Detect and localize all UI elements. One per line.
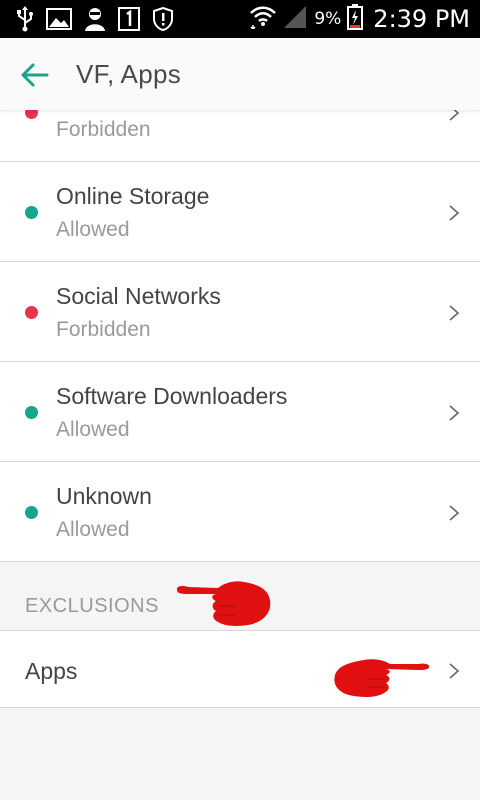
exclusion-item-label: Apps [25,658,78,684]
chevron-right-icon [449,405,460,421]
usb-icon [16,6,34,32]
category-status: Forbidden [56,318,151,341]
back-button[interactable] [20,60,50,90]
pointing-hand-annotation-icon [176,581,271,626]
list-item-social-networks[interactable]: Social Networks Forbidden [0,262,480,362]
status-bar: 9% 2:39 PM [0,0,480,38]
chevron-right-icon [449,205,460,221]
category-name: Software Downloaders [56,383,288,409]
status-dot [25,306,38,319]
list-item-software-downloaders[interactable]: Software Downloaders Allowed [0,362,480,462]
category-status: Forbidden [56,118,151,141]
category-list: Forbidden Online Storage Allowed Social … [0,110,480,562]
status-dot [25,206,38,219]
chevron-right-icon [449,110,460,121]
avatar-icon [84,7,106,31]
battery-percent: 9% [314,9,342,29]
list-item-online-storage[interactable]: Online Storage Allowed [0,162,480,262]
wifi-icon [250,5,277,34]
notification-icons [16,6,174,32]
sim-1-icon [118,7,140,31]
status-dot [25,406,38,419]
system-icons: 9% 2:39 PM [250,0,470,38]
app-bar: VF, Apps [0,38,480,110]
section-header-exclusions: EXCLUSIONS [25,595,159,617]
battery-icon [347,3,364,35]
arrow-back-icon [21,63,49,87]
status-dot [25,506,38,519]
category-name: Unknown [56,483,152,509]
image-icon [46,8,72,30]
clock: 2:39 PM [373,5,470,33]
list-item-forbidden-partial[interactable]: Forbidden [0,110,480,162]
category-status: Allowed [56,218,130,241]
chevron-right-icon [449,663,460,679]
category-name: Online Storage [56,183,210,209]
alert-shield-icon [152,7,174,31]
category-name: Social Networks [56,283,221,309]
pointing-hand-annotation-icon [334,659,430,697]
category-status: Allowed [56,418,130,441]
list-item-unknown[interactable]: Unknown Allowed [0,462,480,562]
status-dot [25,110,38,119]
signal-icon [282,5,308,34]
chevron-right-icon [449,505,460,521]
page-title: VF, Apps [76,59,182,89]
category-status: Allowed [56,518,130,541]
chevron-right-icon [449,305,460,321]
